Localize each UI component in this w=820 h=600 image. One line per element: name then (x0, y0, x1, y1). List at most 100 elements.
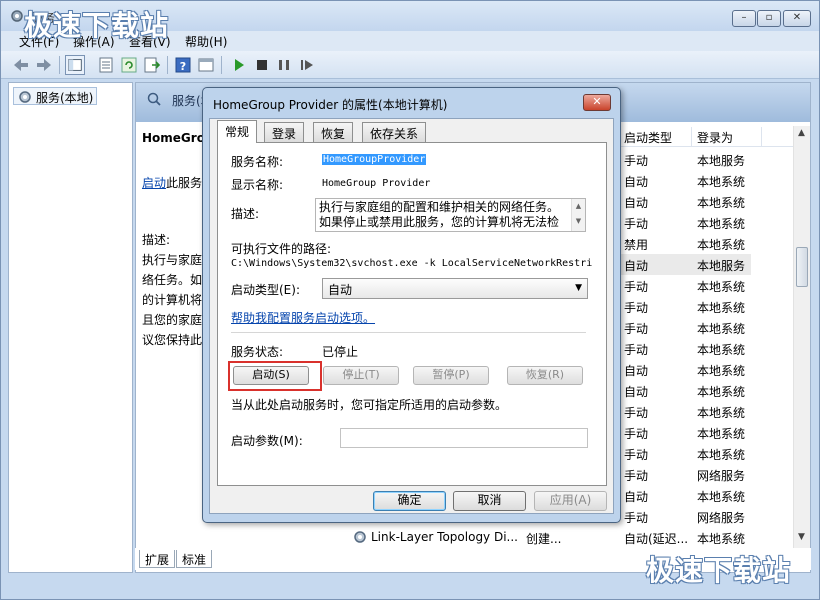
dialog-close-button[interactable]: ✕ (583, 94, 611, 111)
startup-type-cell: 手动 (624, 154, 649, 168)
service-status-label: 服务状态: (231, 345, 284, 359)
logon-as-cell: 本地服务 (697, 154, 746, 168)
startup-type-select[interactable]: 自动 ▼ (322, 278, 588, 299)
table-row[interactable]: 手动 本地系统 (621, 317, 751, 338)
minimize-button[interactable]: – (732, 10, 756, 27)
console-window-icon[interactable] (196, 55, 216, 75)
back-arrow-icon[interactable] (11, 55, 31, 75)
description-line: 议您保持此 (142, 333, 203, 347)
refresh-icon[interactable] (119, 55, 139, 75)
scroll-up-arrow-icon[interactable]: ▲ (576, 202, 581, 210)
resume-button[interactable]: 恢复(R) (507, 366, 583, 385)
cancel-button[interactable]: 取消 (453, 491, 526, 511)
column-divider[interactable] (761, 127, 762, 147)
tab-standard[interactable]: 标准 (176, 550, 213, 568)
scroll-down-arrow-icon[interactable]: ▼ (798, 532, 805, 542)
startup-type-cell: 手动 (624, 343, 649, 357)
restart-service-icon[interactable] (297, 55, 317, 75)
forward-arrow-icon[interactable] (34, 55, 54, 75)
tree-item-services-local[interactable]: 服务(本地) (13, 87, 98, 105)
logon-as-cell: 本地系统 (697, 364, 746, 378)
logon-as-cell: 网络服务 (697, 469, 746, 483)
table-row[interactable]: 自动 本地系统 (621, 359, 751, 380)
table-row[interactable]: 手动 本地服务 (621, 149, 751, 170)
column-header-logon-as[interactable]: 登录为 (697, 129, 733, 146)
scroll-up-arrow-icon[interactable]: ▲ (798, 128, 805, 138)
executable-path-value[interactable]: C:\Windows\System32\svchost.exe -k Local… (231, 258, 593, 269)
column-header-startup-type[interactable]: 启动类型 (624, 129, 672, 146)
tab-general[interactable]: 常规 (217, 120, 258, 143)
column-headers: 启动类型 登录为 (621, 127, 796, 147)
executable-path-label: 可执行文件的路径: (231, 242, 332, 256)
services-gear-icon (11, 10, 23, 22)
service-name-value[interactable]: HomeGroupProvider (322, 154, 427, 165)
description-scrollbar[interactable]: ▲ ▼ (571, 199, 585, 231)
apply-button[interactable]: 应用(A) (534, 491, 607, 511)
tab-extended[interactable]: 扩展 (139, 550, 176, 568)
service-name-cell: Link-Layer Topology Di... (371, 530, 518, 544)
table-row[interactable]: 手动 网络服务 (621, 464, 751, 485)
table-row[interactable]: 禁用 本地系统 (621, 233, 751, 254)
column-divider[interactable] (691, 127, 692, 147)
close-window-button[interactable]: ✕ (783, 10, 811, 27)
table-row[interactable]: 手动 本地系统 (621, 338, 751, 359)
logon-as-cell: 本地系统 (697, 322, 746, 336)
start-params-label: 启动参数(M): (231, 434, 303, 448)
vertical-scrollbar[interactable]: ▲ ▼ (793, 126, 810, 548)
tab-recovery[interactable]: 恢复 (313, 122, 354, 142)
description-line: 且您的家庭 (142, 313, 203, 327)
start-service-icon[interactable] (229, 55, 249, 75)
help-icon[interactable]: ? (173, 55, 193, 75)
stop-service-icon[interactable] (252, 55, 272, 75)
tab-logon[interactable]: 登录 (264, 122, 305, 142)
services-gear-icon (354, 531, 366, 543)
show-console-tree-icon[interactable] (65, 55, 85, 75)
table-row[interactable]: 自动 本地系统 (621, 170, 751, 191)
startup-type-cell: 手动 (624, 280, 649, 294)
table-row[interactable]: Link-Layer Topology Di... 创建... (346, 527, 766, 547)
table-row[interactable]: 手动 本地系统 (621, 443, 751, 464)
toolbar: ? (1, 51, 819, 79)
table-row[interactable]: 手动 本地系统 (621, 401, 751, 422)
table-row[interactable]: 自动 本地系统 (621, 191, 751, 212)
export-list-icon[interactable] (142, 55, 162, 75)
scrollbar-thumb[interactable] (796, 247, 808, 287)
logon-as-cell: 本地系统 (697, 427, 746, 441)
scroll-down-arrow-icon[interactable]: ▼ (576, 217, 581, 225)
maximize-button[interactable]: ▫ (757, 10, 781, 27)
logon-as-cell: 本地系统 (697, 238, 746, 252)
start-button[interactable]: 启动(S) (233, 366, 309, 385)
pause-button[interactable]: 暂停(P) (413, 366, 489, 385)
tree-item-label: 服务(本地) (36, 91, 94, 105)
pause-service-icon[interactable] (274, 55, 294, 75)
table-row[interactable]: 手动 本地系统 (621, 275, 751, 296)
start-params-input[interactable] (340, 428, 588, 448)
stop-button[interactable]: 停止(T) (323, 366, 399, 385)
table-row[interactable]: 自动 本地系统 (621, 485, 751, 506)
display-name-label: 显示名称: (231, 178, 284, 192)
help-configure-link[interactable]: 帮助我配置服务启动选项。 (231, 309, 375, 326)
description-textbox[interactable]: 执行与家庭组的配置和维护相关的网络任务。如果停止或禁用此服务，您的计算机将无法检… (315, 198, 586, 232)
dialog-title: HomeGroup Provider 的属性(本地计算机) (213, 98, 448, 112)
table-row[interactable]: 手动 本地系统 (621, 296, 751, 317)
properties-sheet-icon[interactable] (96, 55, 116, 75)
startup-type-cell: 自动 (624, 196, 649, 210)
logon-as-cell: 本地系统 (697, 280, 746, 294)
table-row[interactable]: 手动 本地系统 (621, 212, 751, 233)
startup-type-cell: 自动 (624, 259, 649, 273)
startup-type-cell: 禁用 (624, 238, 649, 252)
ok-button[interactable]: 确定 (373, 491, 446, 511)
table-row[interactable]: 手动 网络服务 (621, 506, 751, 527)
display-name-value[interactable]: HomeGroup Provider (322, 178, 430, 189)
toolbar-divider (167, 56, 168, 74)
start-service-link[interactable]: 启动 (142, 176, 166, 190)
console-tree-pane: 服务(本地) (8, 82, 133, 573)
tab-dependencies[interactable]: 依存关系 (362, 122, 427, 142)
table-row[interactable]: 自动 本地系统 (621, 380, 751, 401)
menu-help[interactable]: 帮助(H) (185, 33, 227, 50)
service-name-selected-text[interactable]: HomeGroupProvider (322, 154, 427, 165)
table-row[interactable]: 自动 本地服务 (621, 254, 751, 275)
logon-as-cell: 本地系统 (697, 217, 746, 231)
table-row[interactable]: 手动 本地系统 (621, 422, 751, 443)
logon-as-cell: 本地系统 (697, 385, 746, 399)
